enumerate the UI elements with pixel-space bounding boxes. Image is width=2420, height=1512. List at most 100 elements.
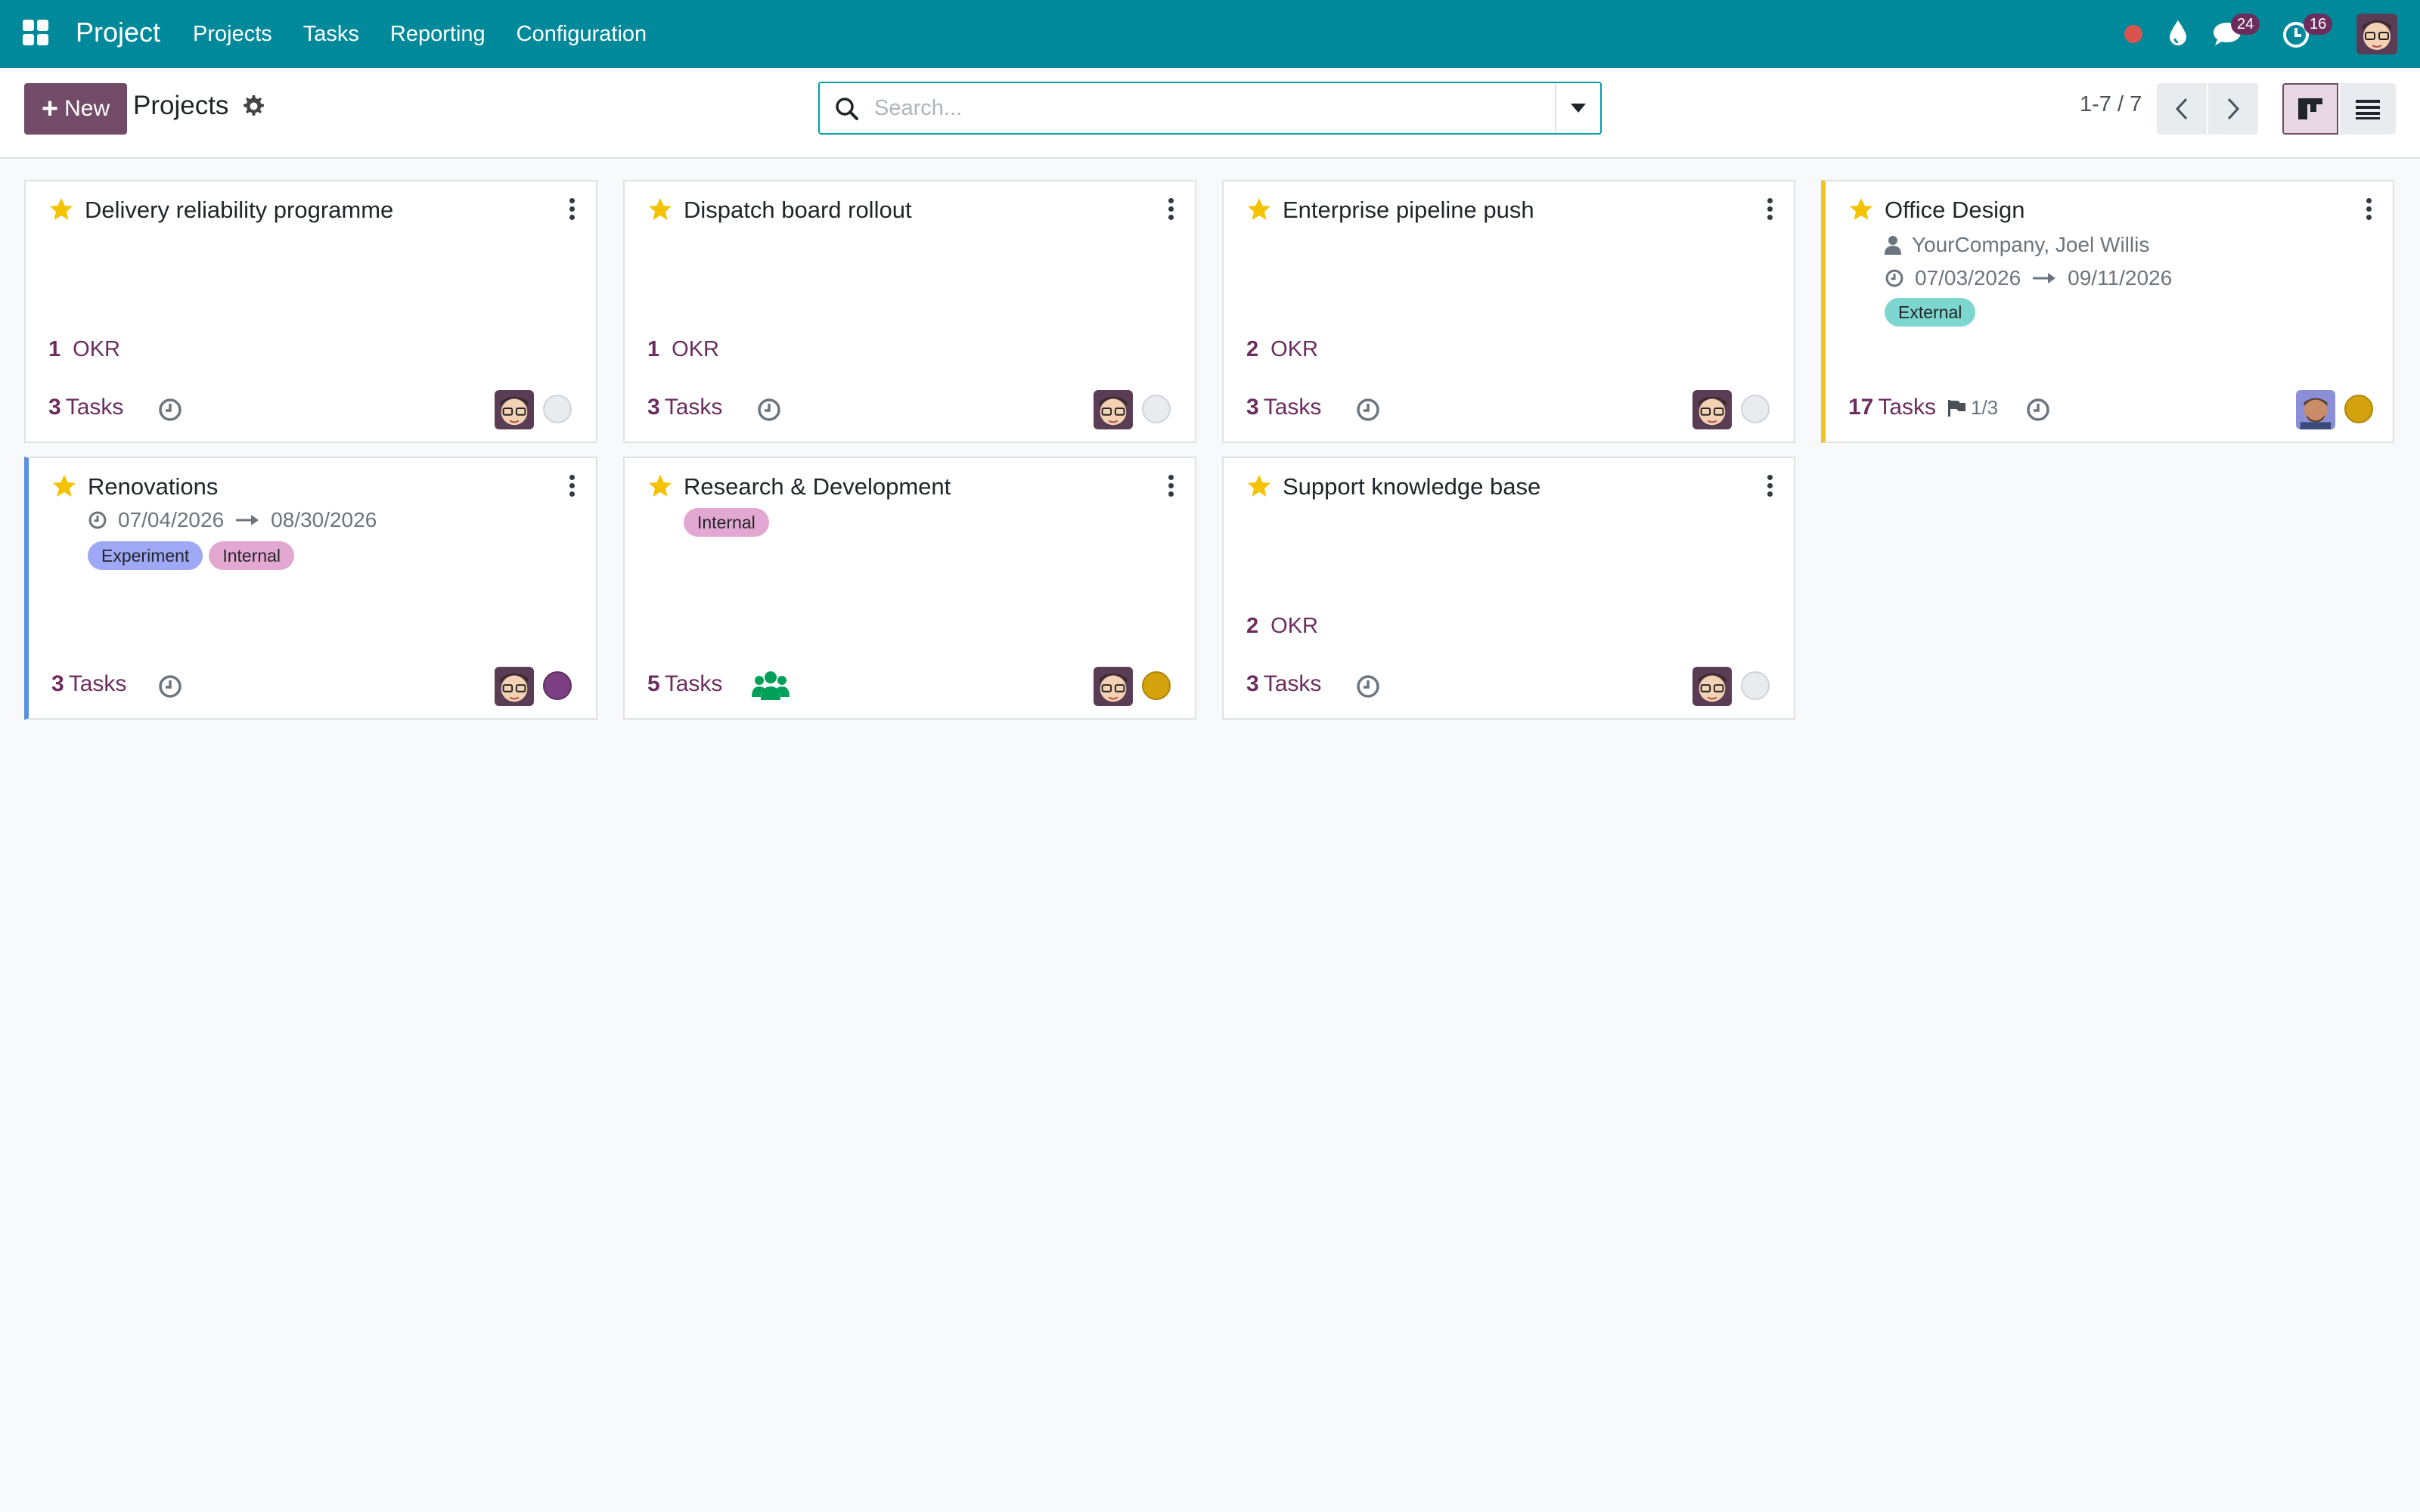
favorite-star-icon[interactable] — [647, 473, 673, 499]
project-tags: Experiment Internal — [88, 541, 300, 570]
tasks-label: Tasks — [68, 671, 127, 696]
card-menu-icon[interactable] — [1765, 198, 1774, 222]
menu-item-reporting[interactable]: Reporting — [390, 0, 486, 68]
user-avatar[interactable] — [2356, 14, 2397, 54]
card-menu-icon[interactable] — [1765, 475, 1774, 499]
search-icon[interactable] — [833, 95, 861, 122]
milestones-progress: 1/3 — [1971, 396, 1999, 419]
activity-clock-icon[interactable] — [1355, 674, 1381, 699]
manager-avatar[interactable] — [495, 667, 534, 706]
project-card[interactable]: Dispatch board rollout 1 OKR 3 Tasks — [623, 180, 1196, 443]
tasks-label: Tasks — [65, 395, 124, 420]
tasks-link[interactable]: 17 Tasks — [1848, 395, 1936, 420]
favorite-star-icon[interactable] — [51, 473, 77, 499]
project-status-indicator[interactable] — [2344, 395, 2373, 423]
okr-count[interactable]: 1 OKR — [647, 337, 719, 362]
new-button[interactable]: + New — [24, 83, 127, 135]
date-end: 08/30/2026 — [271, 508, 377, 531]
card-menu-icon[interactable] — [2364, 198, 2373, 222]
okr-count[interactable]: 2 OKR — [1246, 614, 1318, 639]
project-status-indicator[interactable] — [1741, 671, 1770, 700]
tag-internal: Internal — [209, 541, 295, 570]
okr-label: OKR — [1270, 614, 1318, 638]
app-name[interactable]: Project — [76, 17, 160, 48]
favorite-star-icon[interactable] — [1246, 197, 1272, 222]
activity-clock-icon[interactable] — [157, 674, 183, 699]
tasks-link[interactable]: 5 Tasks — [647, 671, 722, 697]
card-menu-icon[interactable] — [1166, 198, 1175, 222]
project-card[interactable]: Renovations 07/04/2026 08/30/2026 Experi… — [24, 457, 597, 720]
tasks-link[interactable]: 3 Tasks — [647, 395, 722, 420]
tasks-link[interactable]: 3 Tasks — [48, 395, 123, 420]
project-card[interactable]: Support knowledge base 2 OKR 3 Tasks — [1222, 457, 1795, 720]
manager-avatar[interactable] — [1692, 667, 1732, 706]
search-options-toggle[interactable] — [1555, 83, 1600, 133]
card-menu-icon[interactable] — [1166, 475, 1175, 499]
project-status-indicator[interactable] — [543, 395, 572, 423]
flag-icon — [1948, 399, 1965, 417]
tag-internal: Internal — [684, 508, 769, 537]
app-menu-icon[interactable] — [23, 20, 50, 47]
menu-item-projects[interactable]: Projects — [193, 0, 272, 68]
project-title: Support knowledge base — [1283, 473, 1541, 500]
list-view-button[interactable] — [2340, 83, 2396, 135]
okr-number: 1 — [48, 337, 61, 361]
drop-icon[interactable] — [2166, 18, 2190, 48]
kanban-view-button[interactable] — [2282, 83, 2338, 135]
project-title: Office Design — [1885, 197, 2025, 223]
favorite-star-icon[interactable] — [1848, 197, 1874, 222]
manager-avatar[interactable] — [1094, 390, 1133, 429]
followers-group-icon[interactable] — [752, 670, 790, 702]
clock-icon — [88, 511, 107, 529]
manager-avatar[interactable] — [2296, 390, 2335, 429]
search-input[interactable] — [874, 91, 1525, 125]
favorite-star-icon[interactable] — [48, 197, 74, 222]
tasks-link[interactable]: 3 Tasks — [1246, 395, 1321, 420]
main-menu: Projects Tasks Reporting Configuration — [193, 0, 678, 68]
project-status-indicator[interactable] — [543, 671, 572, 700]
menu-item-tasks[interactable]: Tasks — [303, 0, 359, 68]
project-card[interactable]: Enterprise pipeline push 2 OKR 3 Tasks — [1222, 180, 1795, 443]
okr-count[interactable]: 2 OKR — [1246, 337, 1318, 362]
gear-icon[interactable] — [240, 94, 265, 118]
tasks-label: Tasks — [1263, 671, 1322, 696]
new-button-label: New — [64, 96, 110, 121]
pager-value[interactable]: 1-7 / 7 — [2080, 92, 2142, 117]
project-status-indicator[interactable] — [1741, 395, 1770, 423]
tasks-link[interactable]: 3 Tasks — [1246, 671, 1321, 697]
manager-avatar[interactable] — [495, 390, 534, 429]
project-status-indicator[interactable] — [1142, 395, 1171, 423]
activity-clock-icon[interactable] — [756, 397, 782, 423]
project-card[interactable]: Office Design YourCompany, Joel Willis 0… — [1821, 180, 2394, 443]
card-menu-icon[interactable] — [567, 198, 576, 222]
project-title: Enterprise pipeline push — [1283, 197, 1534, 223]
project-dates: 07/03/2026 09/11/2026 — [1885, 266, 2172, 290]
list-view-icon — [2356, 100, 2380, 119]
tasks-link[interactable]: 3 Tasks — [51, 671, 126, 697]
okr-number: 2 — [1246, 614, 1259, 638]
date-end: 09/11/2026 — [2068, 266, 2173, 290]
pager-next-button[interactable] — [2208, 83, 2258, 135]
project-card[interactable]: Research & Development Internal 5 Tasks — [623, 457, 1196, 720]
menu-item-configuration[interactable]: Configuration — [517, 0, 647, 68]
manager-avatar[interactable] — [1094, 667, 1133, 706]
project-card[interactable]: Delivery reliability programme 1 OKR 3 Tas… — [24, 180, 597, 443]
pager-previous-button[interactable] — [2157, 83, 2207, 135]
recording-icon[interactable] — [2122, 23, 2145, 45]
activity-clock-icon[interactable] — [1355, 397, 1381, 423]
milestones-indicator[interactable]: 1/3 — [1947, 396, 1998, 420]
project-title: Renovations — [88, 473, 219, 500]
project-status-indicator[interactable] — [1142, 671, 1171, 700]
project-dates: 07/04/2026 08/30/2026 — [88, 508, 377, 532]
project-partner: YourCompany, Joel Willis — [1885, 233, 2149, 257]
favorite-star-icon[interactable] — [647, 197, 673, 222]
okr-count[interactable]: 1 OKR — [48, 337, 120, 362]
control-panel: + New Projects 1-7 / 7 — [0, 68, 2420, 159]
project-title: Research & Development — [684, 473, 951, 500]
favorite-star-icon[interactable] — [1246, 473, 1272, 499]
activity-clock-icon[interactable] — [157, 397, 183, 423]
tasks-number: 3 — [647, 395, 660, 420]
manager-avatar[interactable] — [1692, 390, 1732, 429]
activity-clock-icon[interactable] — [2025, 397, 2051, 423]
card-menu-icon[interactable] — [567, 475, 576, 499]
